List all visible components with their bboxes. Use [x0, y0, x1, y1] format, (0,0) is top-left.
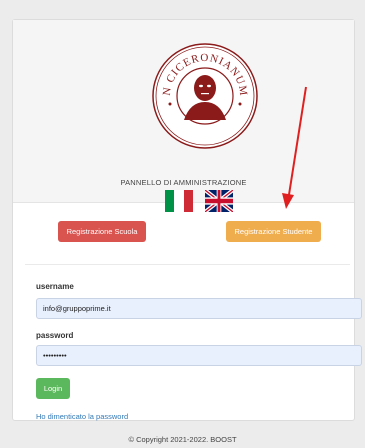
password-label: password [36, 331, 74, 340]
register-school-button[interactable]: Registrazione Scuola [58, 221, 146, 242]
password-input[interactable] [36, 345, 362, 366]
copyright-footer: © Copyright 2021-2022. BOOST [128, 435, 237, 444]
certamen-logo: CERTAMEN CICERONIANUM ARPINAS [150, 30, 258, 149]
register-student-button[interactable]: Registrazione Studente [226, 221, 321, 242]
username-label: username [36, 282, 74, 291]
forgot-password-link[interactable]: Ho dimenticato la password [36, 412, 128, 421]
uk-flag-icon[interactable] [205, 190, 233, 212]
login-button[interactable]: Login [36, 378, 70, 399]
italian-flag-icon[interactable] [165, 190, 193, 212]
login-card: CERTAMEN CICERONIANUM ARPINAS PANNELLO D… [12, 19, 362, 421]
annotation-arrow-icon [282, 86, 307, 209]
divider [25, 264, 350, 265]
username-input[interactable] [36, 298, 362, 319]
